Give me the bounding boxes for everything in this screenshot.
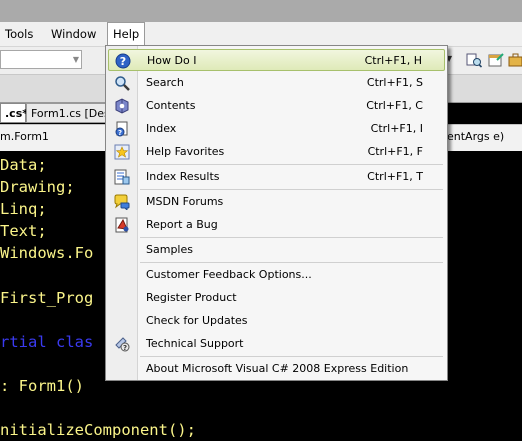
menu-separator bbox=[140, 356, 443, 357]
code-line: : Form1() bbox=[0, 377, 84, 395]
code-line: Drawing; bbox=[0, 178, 75, 196]
code-line: First_Prog bbox=[0, 289, 94, 307]
technical-support-icon: ? bbox=[115, 337, 130, 352]
menu-item-about[interactable]: About Microsoft Visual C# 2008 Express E… bbox=[108, 358, 445, 380]
search-icon bbox=[115, 76, 130, 91]
menu-separator bbox=[140, 164, 443, 165]
menu-separator bbox=[140, 189, 443, 190]
menu-separator bbox=[140, 262, 443, 263]
menu-item-index[interactable]: ? Index Ctrl+F1, I bbox=[108, 118, 445, 140]
menu-item-samples[interactable]: Samples bbox=[108, 239, 445, 261]
tab-form1-designer[interactable]: Form1.cs [Des bbox=[26, 103, 110, 123]
favorites-star-icon bbox=[114, 144, 130, 160]
help-dropdown-menu: ? How Do I Ctrl+F1, H Search Ctrl+F1, S … bbox=[105, 45, 448, 381]
forums-icon bbox=[114, 194, 130, 210]
menu-bar: Tools Window Help bbox=[0, 22, 522, 47]
menu-item-check-for-updates[interactable]: Check for Updates bbox=[108, 310, 445, 332]
menu-item-register-product[interactable]: Register Product bbox=[108, 287, 445, 309]
tab-form1-code[interactable]: .cs* bbox=[0, 103, 28, 123]
window-title-bar bbox=[0, 0, 522, 22]
menu-item-how-do-i[interactable]: ? How Do I Ctrl+F1, H bbox=[108, 49, 445, 71]
menu-item-customer-feedback-options[interactable]: Customer Feedback Options... bbox=[108, 264, 445, 286]
toolbox-icon[interactable] bbox=[508, 52, 522, 68]
menu-item-technical-support[interactable]: ? Technical Support bbox=[108, 333, 445, 355]
help-question-icon: ? bbox=[115, 53, 131, 69]
code-line: rtial clas bbox=[0, 333, 94, 351]
menu-item-report-a-bug[interactable]: Report a Bug bbox=[108, 214, 445, 236]
svg-text:?: ? bbox=[118, 129, 122, 137]
member-selector[interactable]: entArgs e) bbox=[447, 128, 504, 146]
code-line: Data; bbox=[0, 156, 47, 174]
code-line: Linq; bbox=[0, 200, 47, 218]
menu-help[interactable]: Help bbox=[107, 22, 146, 46]
index-results-icon bbox=[114, 169, 130, 185]
properties-icon[interactable] bbox=[488, 52, 504, 68]
menu-item-msdn-forums[interactable]: MSDN Forums bbox=[108, 191, 445, 213]
menu-item-help-favorites[interactable]: Help Favorites Ctrl+F1, F bbox=[108, 141, 445, 163]
bug-report-icon bbox=[115, 217, 129, 233]
solution-config-combo[interactable]: ▼ bbox=[0, 50, 82, 69]
menu-item-contents[interactable]: Contents Ctrl+F1, C bbox=[108, 95, 445, 117]
contents-book-icon bbox=[115, 98, 129, 114]
type-selector[interactable]: m.Form1 bbox=[0, 128, 49, 146]
menu-separator bbox=[140, 237, 443, 238]
svg-text:?: ? bbox=[120, 55, 126, 68]
code-line: Text; bbox=[0, 222, 47, 240]
code-line: nitializeComponent(); bbox=[0, 421, 196, 439]
menu-item-index-results[interactable]: Index Results Ctrl+F1, T bbox=[108, 166, 445, 188]
code-line: Windows.Fo bbox=[0, 244, 94, 262]
menu-window[interactable]: Window bbox=[46, 22, 101, 46]
index-icon: ? bbox=[115, 121, 128, 137]
find-in-files-icon[interactable] bbox=[466, 52, 482, 68]
menu-tools[interactable]: Tools bbox=[0, 22, 38, 46]
svg-text:?: ? bbox=[123, 344, 127, 352]
chevron-down-icon: ▼ bbox=[72, 55, 79, 64]
menu-item-search[interactable]: Search Ctrl+F1, S bbox=[108, 72, 445, 94]
